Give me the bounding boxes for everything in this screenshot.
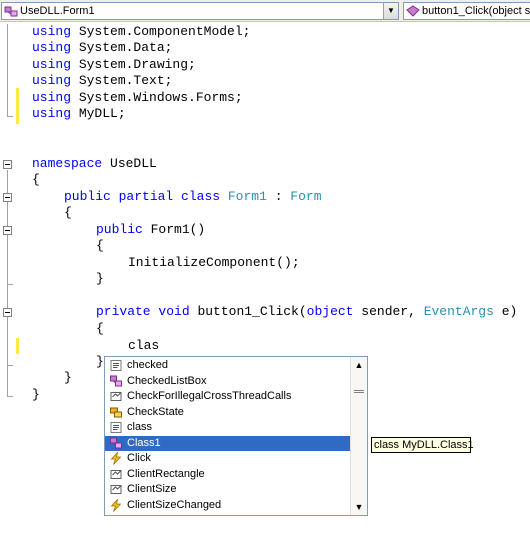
outline-line [7,170,8,396]
completion-item-label: class [127,421,153,433]
event-icon [110,452,122,465]
outline-line [7,24,8,116]
class-dropdown-value: UseDLL.Form1 [20,5,95,17]
completion-item[interactable]: ClientRectangle [105,467,350,483]
collapse-toggle-method[interactable] [3,308,12,317]
class-icon [110,437,122,448]
completion-item[interactable]: checked [105,358,350,374]
code-line: { [32,172,40,187]
scroll-up-icon[interactable]: ▲ [351,358,367,372]
code-line: public partial class Form1 : Form [64,189,322,204]
intellisense-completion-list[interactable]: checked CheckedListBox CheckForIllegalCros… [104,356,368,516]
chevron-down-icon[interactable]: ▼ [383,3,398,19]
collapse-toggle-namespace[interactable] [3,160,12,169]
outline-end [7,116,13,117]
completion-item-label: CheckState [127,405,184,418]
property-icon [110,485,122,494]
completion-items: checked CheckedListBox CheckForIllegalCros… [105,357,350,515]
completion-item-label: ClientRectangle [127,467,205,480]
code-line: using System.Text; [32,73,173,88]
code-line: using System.Windows.Forms; [32,90,243,105]
outline-end [7,396,13,397]
completion-item-label: ClientSize [127,483,177,495]
code-line: using System.ComponentModel; [32,24,251,39]
code-line: } [96,354,104,369]
completion-scrollbar[interactable]: ▲ ▼ [350,357,367,515]
scroll-down-icon[interactable]: ▼ [351,500,367,514]
class-icon [110,375,122,386]
completion-item[interactable]: CheckedListBox [105,374,350,390]
completion-item-label: CheckForIllegalCrossThreadCalls [127,390,292,402]
collapse-toggle-class[interactable] [3,193,12,202]
code-line: { [64,205,72,220]
completion-item-label: CheckedListBox [127,374,207,387]
keyword-icon [110,422,122,433]
completion-item-label: checked [127,359,168,371]
completion-item-label: Class1 [127,436,161,449]
code-line: private void button1_Click(object sender… [96,304,518,319]
class-dropdown[interactable]: UseDLL.Form1 ▼ [1,2,399,20]
keyword-icon [110,360,122,371]
outline-end [7,365,13,366]
completion-item[interactable]: Click [105,451,350,467]
intellisense-tooltip: class MyDLL.Class1 [371,437,474,453]
outlining-margin [0,22,15,522]
completion-item-label: Click [127,452,151,464]
code-line: public Form1() [96,222,206,237]
completion-item[interactable]: ClientSize [105,482,350,498]
code-line: InitializeComponent(); [128,255,300,270]
code-line: { [96,238,104,253]
property-icon [110,469,122,479]
change-indicator [16,338,19,354]
code-line: } [96,271,104,286]
collapse-toggle-constructor[interactable] [3,226,12,235]
enum-icon [110,407,122,417]
code-line: using System.Drawing; [32,57,196,72]
class-icon [4,6,18,17]
code-line: } [64,370,72,385]
change-indicator [16,88,19,124]
code-line: using MyDLL; [32,106,126,121]
method-icon [406,5,420,17]
completion-item[interactable]: Class1 [105,435,350,451]
code-line-current[interactable]: clas [128,338,159,354]
completion-item[interactable]: ClientSizeChanged [105,498,350,514]
code-line: { [96,321,104,336]
scroll-thumb[interactable] [354,390,364,393]
completion-item[interactable]: CheckForIllegalCrossThreadCalls [105,389,350,405]
event-icon [110,498,122,512]
completion-item-label: ClientSizeChanged [127,498,222,511]
completion-item[interactable]: class [105,420,350,436]
method-dropdown-value: button1_Click(object s [422,5,530,17]
code-line: } [32,387,40,402]
code-line: using System.Data; [32,40,173,55]
completion-item[interactable]: CheckState [105,405,350,421]
code-line: namespace UseDLL [32,156,157,171]
outline-end [7,284,13,285]
property-icon [110,392,122,401]
method-dropdown[interactable]: button1_Click(object s [403,2,530,20]
navigation-bar: UseDLL.Form1 ▼ button1_Click(object s [0,0,530,22]
